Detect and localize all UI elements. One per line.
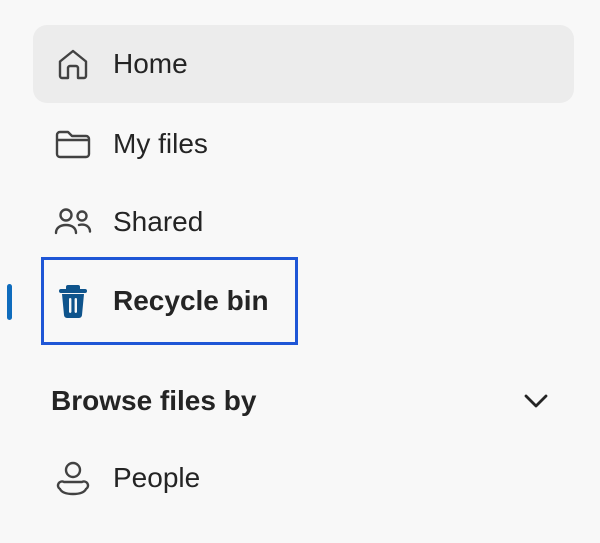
chevron-down-icon[interactable] [520,385,552,417]
browse-item-people[interactable]: People [33,439,574,517]
section-title: Browse files by [51,385,257,416]
folder-icon [53,124,93,164]
nav-item-my-files[interactable]: My files [33,105,574,183]
nav-item-label: Home [113,48,188,79]
active-indicator [7,284,12,320]
nav-item-label: Recycle bin [113,285,269,316]
nav-item-label: Shared [113,206,204,237]
person-icon [53,458,93,498]
browse-files-by-header[interactable]: Browse files by [33,372,574,430]
trash-icon [53,281,93,321]
browse-item-label: People [113,462,201,493]
nav-item-label: My files [113,128,208,159]
nav-item-shared[interactable]: Shared [33,183,574,261]
nav-item-recycle-bin[interactable]: Recycle bin [33,262,574,340]
home-icon [53,44,93,84]
navigation-pane: Home My files Shared Recycle bin Browse … [0,0,600,543]
nav-item-home[interactable]: Home [33,25,574,103]
people-shared-icon [53,202,93,242]
